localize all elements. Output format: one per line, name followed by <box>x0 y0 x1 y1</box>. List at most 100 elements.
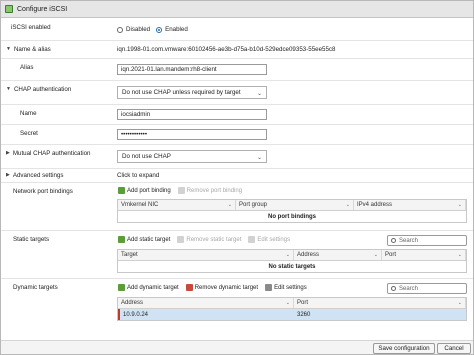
iscsi-icon <box>5 5 13 13</box>
dynamic-targets-toolbar: Add dynamic target Remove dynamic target… <box>118 284 314 291</box>
edit-icon <box>248 236 256 243</box>
alias-input[interactable]: iqn.2021-01.lan.mandem:rh8-client <box>117 64 267 75</box>
address-cell: 10.9.0.24 <box>123 311 149 318</box>
dialog-title: Configure iSCSI <box>17 5 68 13</box>
add-static-target-label: Add static target <box>127 236 171 243</box>
port-bindings-table: Vmkernel NIC ⌄ Port group ⌄ IPv4 address ⌄ … <box>117 199 467 223</box>
remove-icon <box>177 236 185 243</box>
collapse-caret-icon: ▼ <box>6 86 11 92</box>
add-port-binding-label: Add port binding <box>127 187 171 194</box>
dynamic-search-placeholder: Search <box>399 285 419 292</box>
column-header[interactable]: IPv4 address ⌄ <box>354 200 466 210</box>
iscsi-enabled-row: iSCSI enabled Disabled Enabled <box>1 19 473 41</box>
mutual-chap-select-value: Do not use CHAP <box>122 153 171 160</box>
column-header-label: Port <box>385 252 397 258</box>
table-row[interactable]: 10.9.0.24 3260 <box>118 309 466 320</box>
dynamic-search-input[interactable]: Search <box>387 283 467 294</box>
column-header[interactable]: Vmkernel NIC ⌄ <box>118 200 236 210</box>
port-bindings-label: Network port bindings <box>13 188 73 195</box>
chevron-down-icon: ⌄ <box>345 202 350 208</box>
name-alias-row[interactable]: ▼ Name & alias iqn.1998-01.com.vmware:601… <box>1 41 473 59</box>
expand-caret-icon: ▶ <box>6 150 10 156</box>
disabled-radio-label: Disabled <box>126 26 151 33</box>
name-alias-text: Name & alias <box>13 46 51 53</box>
column-header[interactable]: Address ⌄ <box>294 250 382 260</box>
column-header-label: Port group <box>239 202 268 208</box>
chap-label-text: CHAP authentication <box>13 86 72 93</box>
add-port-binding-button[interactable]: Add port binding <box>118 187 171 194</box>
static-search-input[interactable]: Search <box>387 235 467 246</box>
chevron-down-icon: ⌄ <box>256 91 262 97</box>
empty-message: No static targets <box>268 263 316 270</box>
title-bar: Configure iSCSI <box>1 1 473 18</box>
chap-select-value: Do not use CHAP unless required by targe… <box>122 89 241 96</box>
column-header[interactable]: Port ⌄ <box>382 250 466 260</box>
remove-icon <box>185 284 193 291</box>
add-dynamic-target-button[interactable]: Add dynamic target <box>118 284 179 291</box>
column-header[interactable]: Port ⌄ <box>294 298 466 308</box>
static-targets-table: Target ⌄ Address ⌄ Port ⌄ No static targets <box>117 249 467 273</box>
dynamic-targets-table: Address ⌄ Port ⌄ 10.9.0.24 3260 <box>117 297 467 321</box>
add-dynamic-target-label: Add dynamic target <box>127 284 179 291</box>
column-header-label: IPv4 address <box>357 202 393 208</box>
table-header: Address ⌄ Port ⌄ <box>118 298 466 309</box>
mutual-chap-row[interactable]: ▶ Mutual CHAP authentication Do not use C… <box>1 145 473 169</box>
disabled-radio[interactable] <box>117 26 123 33</box>
edit-icon <box>265 284 273 291</box>
port-cell: 3260 <box>297 311 311 318</box>
iscsi-enabled-options: Disabled Enabled <box>117 19 473 40</box>
dialog-footer: Save configuration Cancel <box>1 340 473 354</box>
name-alias-label: ▼ Name & alias <box>1 41 115 58</box>
chap-secret-input[interactable]: •••••••••••• <box>117 129 267 140</box>
advanced-settings-row[interactable]: ▶ Advanced settings Click to expand <box>1 169 473 183</box>
enabled-radio[interactable] <box>156 26 163 33</box>
search-icon <box>391 238 396 243</box>
alias-label: Alias <box>20 64 34 71</box>
port-bindings-toolbar: Add port binding Remove port binding <box>118 187 249 194</box>
chevron-down-icon: ⌄ <box>457 252 462 258</box>
edit-dynamic-settings-button[interactable]: Edit settings <box>265 284 307 291</box>
chevron-down-icon: ⌄ <box>285 252 290 258</box>
save-configuration-button[interactable]: Save configuration <box>373 343 435 354</box>
table-header: Target ⌄ Address ⌄ Port ⌄ <box>118 250 466 261</box>
column-header-label: Address <box>297 252 320 258</box>
add-static-target-button[interactable]: Add static target <box>118 236 170 243</box>
add-icon <box>118 284 125 291</box>
edit-static-settings-button[interactable]: Edit settings <box>248 236 290 243</box>
chevron-down-icon: ⌄ <box>256 155 262 161</box>
chap-secret-label: Secret <box>20 130 38 137</box>
column-header[interactable]: Port group ⌄ <box>236 200 354 210</box>
mutual-chap-label-text: Mutual CHAP authentication <box>12 150 91 157</box>
static-targets-label: Static targets <box>13 236 50 243</box>
iqn-value: iqn.1998-01.com.vmware:60102456-ae3b-d75… <box>117 46 336 53</box>
add-icon <box>118 187 125 194</box>
mutual-chap-select[interactable]: Do not use CHAP ⌄ <box>117 150 267 163</box>
column-header[interactable]: Address ⌄ <box>118 298 294 308</box>
remove-static-target-button[interactable]: Remove static target <box>177 236 241 243</box>
iscsi-enabled-label: iSCSI enabled <box>11 24 51 31</box>
advanced-settings-text: Advanced settings <box>12 172 64 179</box>
chap-name-input[interactable]: iocsiadmin <box>117 109 267 120</box>
dynamic-targets-label: Dynamic targets <box>13 284 58 291</box>
column-header[interactable]: Target ⌄ <box>118 250 294 260</box>
chap-select[interactable]: Do not use CHAP unless required by targe… <box>117 86 267 99</box>
advanced-settings-value[interactable]: Click to expand <box>117 169 473 182</box>
remove-dynamic-target-button[interactable]: Remove dynamic target <box>185 284 258 291</box>
add-icon <box>118 236 125 243</box>
static-search-placeholder: Search <box>399 237 419 244</box>
column-header-label: Vmkernel NIC <box>121 202 159 208</box>
cancel-button[interactable]: Cancel <box>437 343 471 354</box>
collapse-caret-icon: ▼ <box>6 46 11 52</box>
edit-dynamic-settings-label: Edit settings <box>274 284 307 291</box>
column-header-label: Port <box>297 300 309 306</box>
empty-message: No port bindings <box>268 213 316 220</box>
configure-iscsi-dialog: Configure iSCSI iSCSI enabled Disabled E… <box>0 0 474 355</box>
expand-caret-icon: ▶ <box>6 172 10 178</box>
enabled-radio-label: Enabled <box>165 26 188 33</box>
remove-port-binding-button[interactable]: Remove port binding <box>177 187 242 194</box>
column-header-label: Target <box>121 252 138 258</box>
advanced-settings-label: ▶ Advanced settings <box>1 169 115 182</box>
chap-row[interactable]: ▼ CHAP authentication Do not use CHAP unl… <box>1 81 473 105</box>
search-icon <box>391 286 396 291</box>
chap-name-row: Name iocsiadmin <box>1 105 473 125</box>
